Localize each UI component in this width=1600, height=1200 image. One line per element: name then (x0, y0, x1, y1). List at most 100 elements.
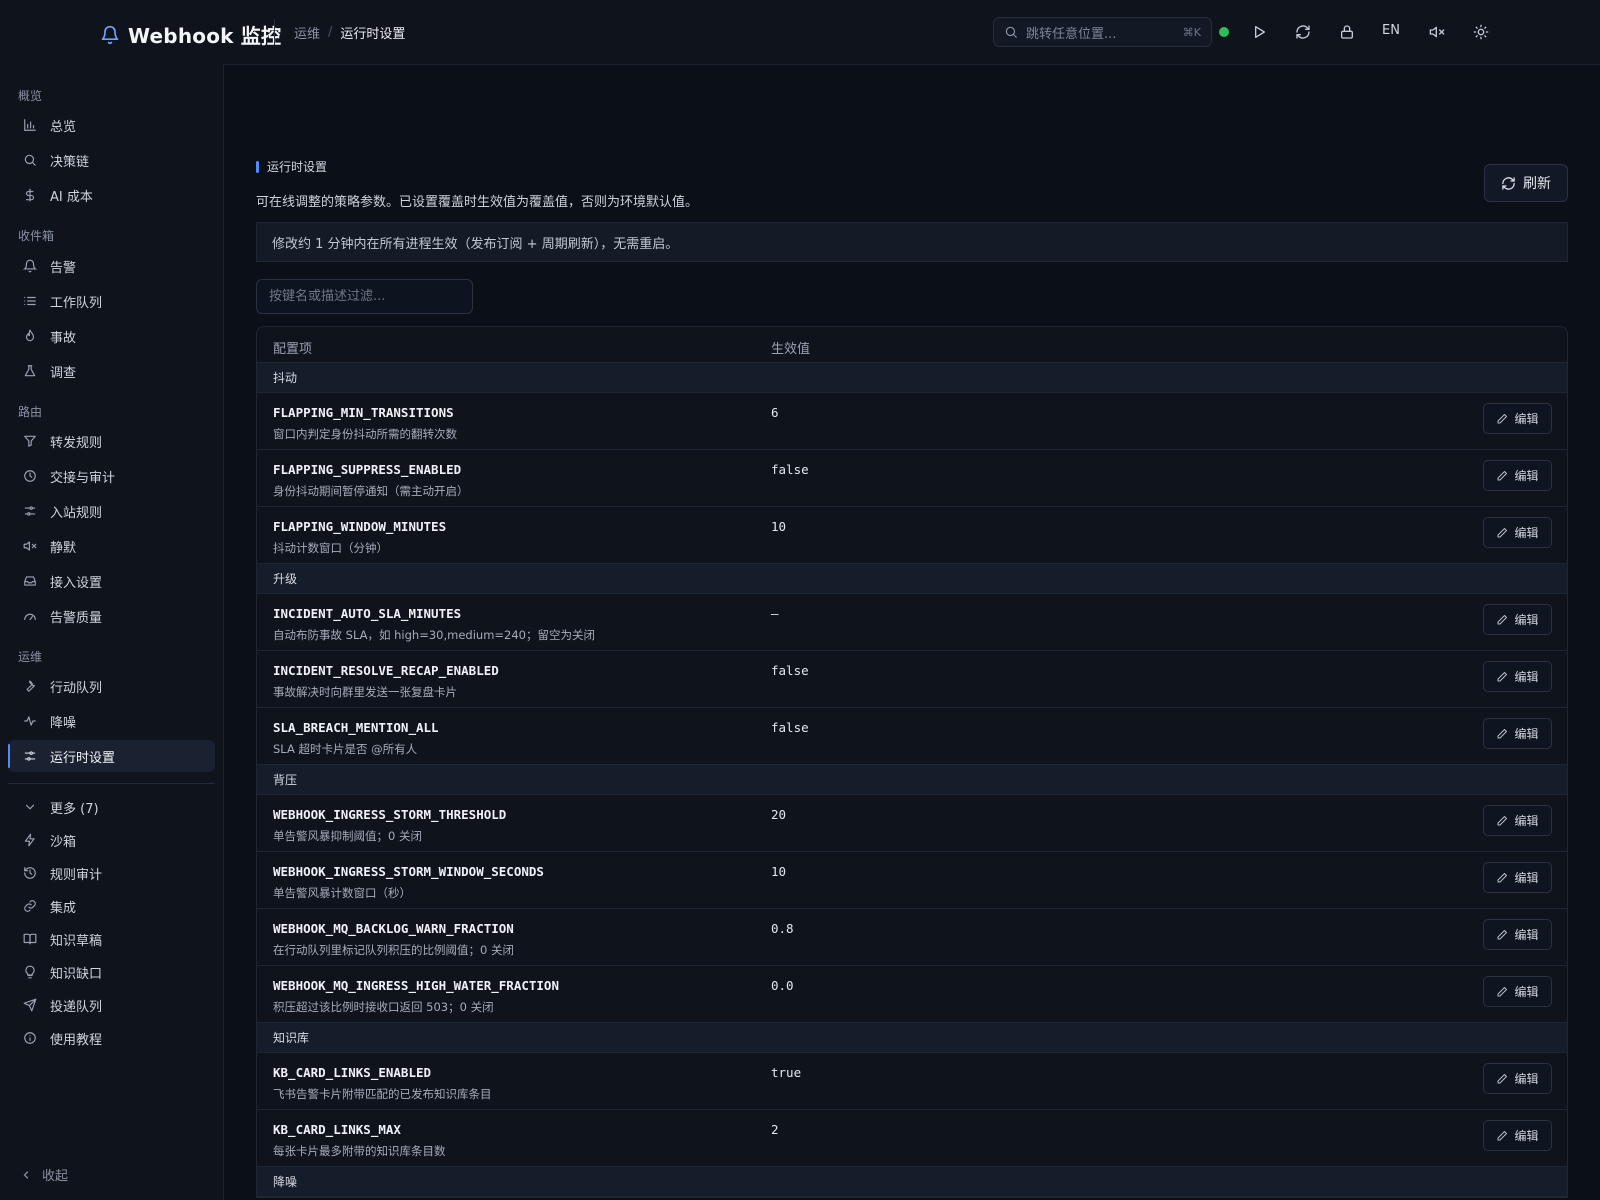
zap-icon (22, 832, 38, 848)
connection-status-dot (1219, 27, 1229, 37)
edit-button[interactable]: 编辑 (1483, 1063, 1552, 1094)
setting-value: true (771, 1065, 802, 1080)
edit-button[interactable]: 编辑 (1483, 604, 1552, 635)
send-icon (22, 997, 38, 1013)
play-button[interactable] (1249, 22, 1269, 42)
sidebar-item-knowledge-drafts[interactable]: 知识草稿 (8, 923, 215, 955)
setting-key: SLA_BREACH_MENTION_ALL (273, 720, 439, 735)
pencil-icon (1496, 1073, 1508, 1085)
wrench-icon (22, 678, 38, 694)
table-row: KB_CARD_LINKS_MAX 每张卡片最多附带的知识库条目数 2 编辑 (257, 1110, 1567, 1167)
setting-description: 窗口内判定身份抖动所需的翻转次数 (273, 427, 457, 441)
theme-toggle[interactable] (1471, 22, 1491, 42)
setting-key: WEBHOOK_INGRESS_STORM_THRESHOLD (273, 807, 507, 822)
lock-button[interactable] (1337, 22, 1357, 42)
table-row: WEBHOOK_MQ_INGRESS_HIGH_WATER_FRACTION 积压… (257, 966, 1567, 1023)
sidebar-item-sandbox[interactable]: 沙箱 (8, 824, 215, 856)
sidebar-item-label: 告警质量 (50, 610, 103, 626)
edit-button[interactable]: 编辑 (1483, 805, 1552, 836)
page-description: 可在线调整的策略参数。已设置覆盖时生效值为覆盖值，否则为环境默认值。 (256, 195, 699, 210)
book-icon (22, 931, 38, 947)
breadcrumb-parent[interactable]: 运维 (294, 23, 320, 42)
sidebar-item-label: 集成 (50, 900, 77, 916)
sidebar-item-delivery-queue[interactable]: 投递队列 (8, 989, 215, 1021)
edit-button[interactable]: 编辑 (1483, 862, 1552, 893)
brand-title: Webhook 监控 (128, 24, 282, 48)
pencil-icon (1496, 614, 1508, 626)
sidebar-item-knowledge-gaps[interactable]: 知识缺口 (8, 956, 215, 988)
sidebar-group-inbox: 收件箱 (18, 229, 55, 243)
sidebar-item-label: 运行时设置 (50, 750, 116, 766)
sidebar-collapse-button[interactable]: 收起 (20, 1165, 68, 1184)
language-toggle[interactable]: EN (1382, 23, 1400, 38)
edit-button[interactable]: 编辑 (1483, 919, 1552, 950)
clock-icon (22, 468, 38, 484)
sidebar-item-decision-chain[interactable]: 决策链 (8, 144, 215, 176)
edit-button[interactable]: 编辑 (1483, 1120, 1552, 1151)
sidebar-item-action-queue[interactable]: 行动队列 (8, 670, 215, 702)
setting-description: 身份抖动期间暂停通知（需主动开启） (273, 484, 469, 498)
setting-key: WEBHOOK_MQ_INGRESS_HIGH_WATER_FRACTION (273, 978, 559, 993)
setting-description: SLA 超时卡片是否 @所有人 (273, 742, 418, 756)
sidebar-item-handoff-audit[interactable]: 交接与审计 (8, 460, 215, 492)
sidebar-item-tutorial[interactable]: 使用教程 (8, 1022, 215, 1054)
sidebar-divider (8, 783, 215, 784)
refresh-icon (1295, 24, 1311, 40)
info-icon (22, 1030, 38, 1046)
edit-button[interactable]: 编辑 (1483, 460, 1552, 491)
table-row: WEBHOOK_INGRESS_STORM_WINDOW_SECONDS 单告警风… (257, 852, 1567, 909)
sidebar-more-toggle[interactable]: 更多 (7) (8, 791, 215, 823)
setting-description: 自动布防事故 SLA，如 high=30,medium=240；留空为关闭 (273, 628, 595, 642)
sidebar-item-ai-cost[interactable]: AI 成本 (8, 179, 215, 211)
sidebar-item-runtime-settings[interactable]: 运行时设置 (8, 740, 215, 772)
sidebar-item-overview[interactable]: 总览 (8, 109, 215, 141)
sound-toggle[interactable] (1427, 22, 1447, 42)
table-header: 配置项 生效值 (257, 327, 1567, 363)
edit-button[interactable]: 编辑 (1483, 976, 1552, 1007)
setting-value: 0.8 (771, 921, 794, 936)
edit-button[interactable]: 编辑 (1483, 661, 1552, 692)
edit-button-label: 编辑 (1514, 814, 1539, 828)
setting-value: — (771, 606, 779, 621)
refresh-data-button[interactable] (1293, 22, 1313, 42)
sidebar-item-forward-rules[interactable]: 转发规则 (8, 425, 215, 457)
section-title: 运行时设置 (267, 160, 328, 174)
search-shortcut: ⌘K (1182, 25, 1201, 39)
edit-button[interactable]: 编辑 (1483, 517, 1552, 548)
sidebar-item-incidents[interactable]: 事故 (8, 320, 215, 352)
sidebar-item-label: 投递队列 (50, 999, 103, 1015)
global-search[interactable]: 跳转任意位置... ⌘K (993, 17, 1212, 47)
edit-button-label: 编辑 (1514, 469, 1539, 483)
setting-description: 单告警风暴计数窗口（秒） (273, 886, 411, 900)
pencil-icon (1496, 815, 1508, 827)
edit-button-label: 编辑 (1514, 928, 1539, 942)
setting-value: 10 (771, 864, 787, 879)
table-row: INCIDENT_AUTO_SLA_MINUTES 自动布防事故 SLA，如 hi… (257, 594, 1567, 651)
sidebar-item-work-queue[interactable]: 工作队列 (8, 285, 215, 317)
sidebar-item-inbound-rules[interactable]: 入站规则 (8, 495, 215, 527)
sidebar-item-rule-audit[interactable]: 规则审计 (8, 857, 215, 889)
setting-key: INCIDENT_RESOLVE_RECAP_ENABLED (273, 663, 499, 678)
edit-button[interactable]: 编辑 (1483, 403, 1552, 434)
sidebar-group-routing: 路由 (18, 405, 43, 419)
filter-icon (22, 433, 38, 449)
sidebar-item-investigations[interactable]: 调查 (8, 355, 215, 387)
sidebar-item-label: 规则审计 (50, 867, 103, 883)
pencil-icon (1496, 986, 1508, 998)
sidebar-item-alert-quality[interactable]: 告警质量 (8, 600, 215, 632)
sliders-icon (22, 503, 38, 519)
link-icon (22, 898, 38, 914)
pencil-icon (1496, 1130, 1508, 1142)
list-icon (22, 293, 38, 309)
sidebar-item-ingest-settings[interactable]: 接入设置 (8, 565, 215, 597)
filter-input[interactable] (256, 279, 473, 314)
sidebar-item-alerts[interactable]: 告警 (8, 250, 215, 282)
sidebar-item-noise-reduction[interactable]: 降噪 (8, 705, 215, 737)
dollar-icon (22, 187, 38, 203)
refresh-button[interactable]: 刷新 (1484, 164, 1568, 202)
edit-button-label: 编辑 (1514, 1129, 1539, 1143)
sidebar-item-silence[interactable]: 静默 (8, 530, 215, 562)
brand[interactable]: Webhook 监控 (100, 20, 281, 49)
sidebar-item-integrations[interactable]: 集成 (8, 890, 215, 922)
edit-button[interactable]: 编辑 (1483, 718, 1552, 749)
